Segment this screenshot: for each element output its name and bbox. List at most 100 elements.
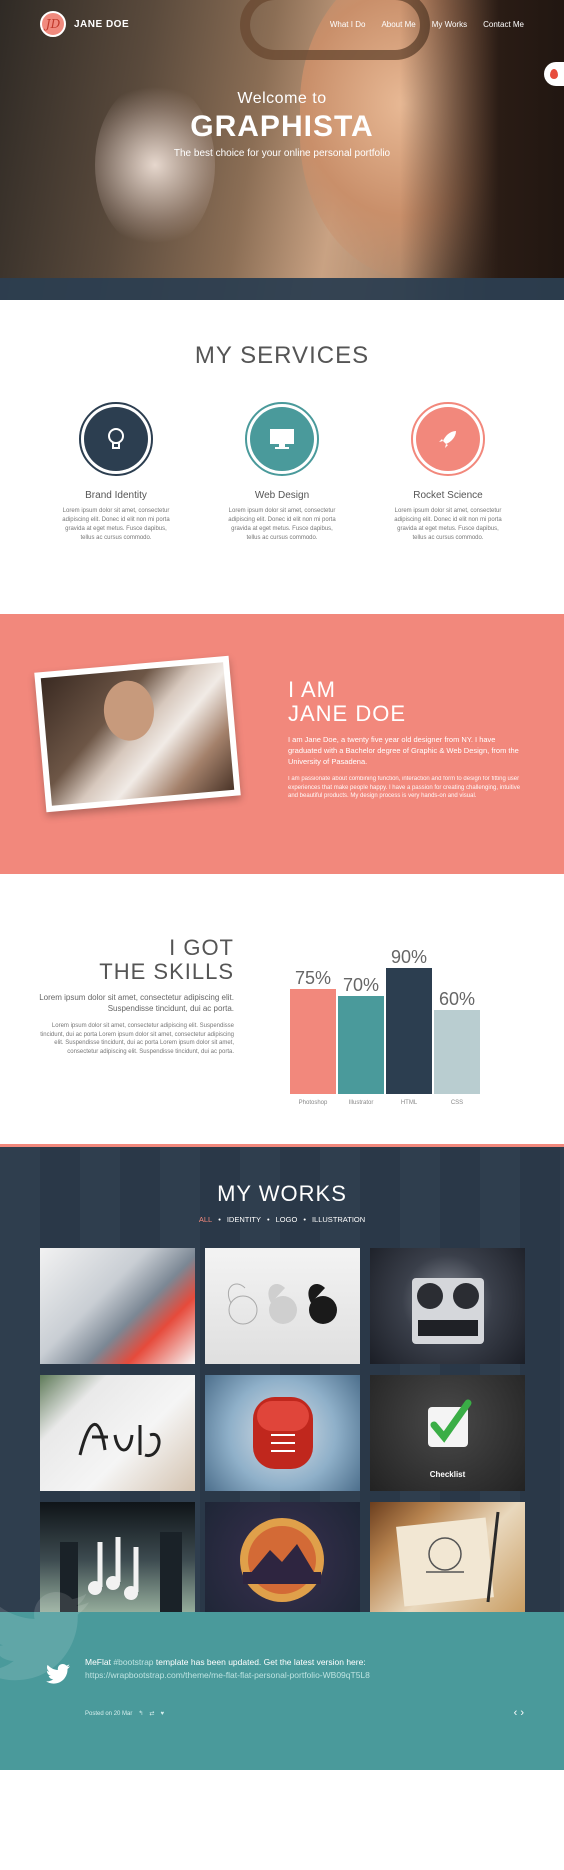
squirrel-icon: [227, 1283, 337, 1325]
boxing-glove-icon: [253, 1397, 313, 1469]
portfolio-item-boxing-glove[interactable]: [205, 1375, 360, 1491]
about-heading: I AM JANE DOE: [288, 678, 528, 726]
works-grid: Checklist: [40, 1248, 564, 1618]
skill-category-label: Illustrator: [349, 1100, 374, 1106]
tweet-body: template has been updated. Get the lates…: [155, 1657, 366, 1667]
portfolio-item-black-rock-city[interactable]: [205, 1502, 360, 1618]
skills-intro: Lorem ipsum dolor sit amet, consectetur …: [39, 993, 234, 1013]
services-title: MY SERVICES: [194, 342, 370, 369]
tweet-date: Posted on 20 Mar: [85, 1710, 133, 1717]
favorite-icon[interactable]: ♥: [160, 1711, 164, 1717]
skill-value-label: 90%: [391, 947, 427, 967]
service-ring[interactable]: [411, 402, 485, 476]
reply-icon[interactable]: ↰: [138, 1710, 143, 1717]
works-section: MY WORKS ALL • IDENTITY • LOGO • ILLUSTR…: [0, 1144, 564, 1618]
sketch-icon: [396, 1511, 500, 1607]
hero-title: GRAPHISTA: [190, 110, 374, 143]
tweet-hashtag[interactable]: #bootstrap: [113, 1657, 153, 1667]
filter-logo[interactable]: LOGO: [276, 1215, 298, 1224]
filter-separator: •: [218, 1215, 221, 1224]
skill-value-label: 75%: [295, 968, 331, 988]
monitor-icon: [270, 429, 294, 449]
works-title: MY WORKS: [217, 1181, 347, 1206]
tweet-author: MeFlat: [85, 1657, 111, 1667]
skills-bar-chart: 75% Photoshop 70% Illustrator 90% HTML 60% CSS: [290, 947, 480, 1106]
next-arrow-icon[interactable]: ›: [520, 1707, 524, 1719]
twitter-watermark-icon: [0, 1592, 89, 1681]
filter-identity[interactable]: IDENTITY: [227, 1215, 261, 1224]
rocket-icon: [439, 431, 456, 448]
portfolio-item-squirrel-logos[interactable]: [205, 1248, 360, 1364]
portfolio-item-tape-recorder[interactable]: [370, 1248, 525, 1364]
skill-bar-photoshop: [290, 989, 336, 1094]
hero-subtitle: The best choice for your online personal…: [173, 148, 391, 159]
nav-item-my-works[interactable]: My Works: [432, 20, 467, 29]
hero-text: Welcome to GRAPHISTA The best choice for…: [0, 90, 564, 159]
service-label: Brand Identity: [85, 490, 147, 501]
skill-category-label: CSS: [451, 1100, 463, 1106]
nav-menu: What I Do About Me My Works Contact Me: [330, 20, 524, 29]
about-text: I AM JANE DOE I am Jane Doe, a twenty fiv…: [288, 678, 528, 801]
tape-recorder-icon: [412, 1278, 484, 1344]
about-section: I AM JANE DOE I am Jane Doe, a twenty fiv…: [0, 614, 564, 874]
logo-badge[interactable]: JD: [40, 11, 66, 37]
filter-illustration[interactable]: ILLUSTRATION: [312, 1215, 365, 1224]
lettering-icon: [78, 1422, 161, 1457]
service-brand-identity: Brand Identity Lorem ipsum dolor sit ame…: [61, 402, 171, 543]
service-ring[interactable]: [79, 402, 153, 476]
service-rocket-science: Rocket Science Lorem ipsum dolor sit ame…: [393, 402, 503, 543]
skills-heading-line-2: THE SKILLS: [99, 959, 234, 984]
skills-heading: I GOT THE SKILLS: [34, 936, 234, 984]
tweet-message: MeFlat #bootstrap template has been upda…: [85, 1656, 505, 1682]
service-label: Web Design: [254, 490, 310, 501]
portfolio-item-desk-setup[interactable]: [40, 1248, 195, 1364]
skill-value-label: 60%: [439, 989, 475, 1009]
portfolio-item-austin-lettering[interactable]: [40, 1375, 195, 1491]
filter-all[interactable]: ALL: [199, 1215, 212, 1224]
about-heading-line-1: I AM: [288, 677, 337, 702]
brand-name[interactable]: JANE DOE: [74, 19, 129, 30]
nav-item-about-me[interactable]: About Me: [381, 20, 415, 29]
skill-bar-html: [386, 968, 432, 1094]
twitter-section: MeFlat #bootstrap template has been upda…: [0, 1592, 564, 1770]
tweet-meta: Posted on 20 Mar ↰ ⇄ ♥: [85, 1710, 164, 1718]
lightbulb-icon: [108, 428, 124, 449]
skills-detail: Lorem ipsum dolor sit amet, consectetur …: [40, 1023, 234, 1055]
service-ring[interactable]: [245, 402, 319, 476]
twitter-icon[interactable]: [46, 1664, 70, 1684]
top-navbar: JD JANE DOE What I Do About Me My Works …: [0, 0, 564, 48]
skills-heading-line-1: I GOT: [169, 935, 234, 960]
skill-bar-illustrator: [338, 996, 384, 1094]
prev-arrow-icon[interactable]: ‹: [514, 1707, 518, 1719]
service-label: Rocket Science: [413, 490, 483, 501]
skill-value-label: 70%: [343, 975, 379, 995]
filter-separator: •: [303, 1215, 306, 1224]
services-section: MY SERVICES Brand Identity Lorem ipsum d…: [0, 300, 564, 614]
nav-item-what-i-do[interactable]: What I Do: [330, 20, 366, 29]
portfolio-item-sketch[interactable]: [370, 1502, 525, 1618]
portfolio-item-checklist[interactable]: Checklist: [370, 1375, 525, 1491]
works-filters: ALL • IDENTITY • LOGO • ILLUSTRATION: [0, 1215, 564, 1224]
about-intro: I am Jane Doe, a twenty five year old de…: [288, 735, 519, 766]
flame-icon: [550, 69, 558, 79]
about-detail: I am passionate about combining function…: [288, 776, 521, 799]
services-row: Brand Identity Lorem ipsum dolor sit ame…: [0, 402, 564, 543]
skills-section: I GOT THE SKILLS Lorem ipsum dolor sit am…: [0, 874, 564, 1144]
hero-bottom-strip: [0, 278, 564, 300]
hero-welcome: Welcome to: [237, 90, 327, 107]
nav-item-contact-me[interactable]: Contact Me: [483, 20, 524, 29]
retweet-icon[interactable]: ⇄: [149, 1710, 154, 1717]
checklist-caption: Checklist: [429, 1470, 466, 1479]
tweet-carousel-arrows: ‹ ›: [514, 1707, 524, 1719]
skills-text: I GOT THE SKILLS Lorem ipsum dolor sit am…: [34, 936, 234, 1056]
skill-category-label: HTML: [401, 1100, 418, 1106]
service-description: Lorem ipsum dolor sit amet, consectetur …: [394, 508, 502, 541]
service-description: Lorem ipsum dolor sit amet, consectetur …: [228, 508, 336, 541]
badge-icon: [240, 1518, 324, 1602]
profile-photo-image: [40, 662, 235, 806]
about-heading-line-2: JANE DOE: [288, 701, 407, 726]
side-flame-tab[interactable]: [544, 62, 564, 86]
tweet-link[interactable]: https://wrapbootstrap.com/theme/me-flat-…: [85, 1670, 370, 1680]
filter-separator: •: [267, 1215, 270, 1224]
service-web-design: Web Design Lorem ipsum dolor sit amet, c…: [227, 402, 337, 543]
